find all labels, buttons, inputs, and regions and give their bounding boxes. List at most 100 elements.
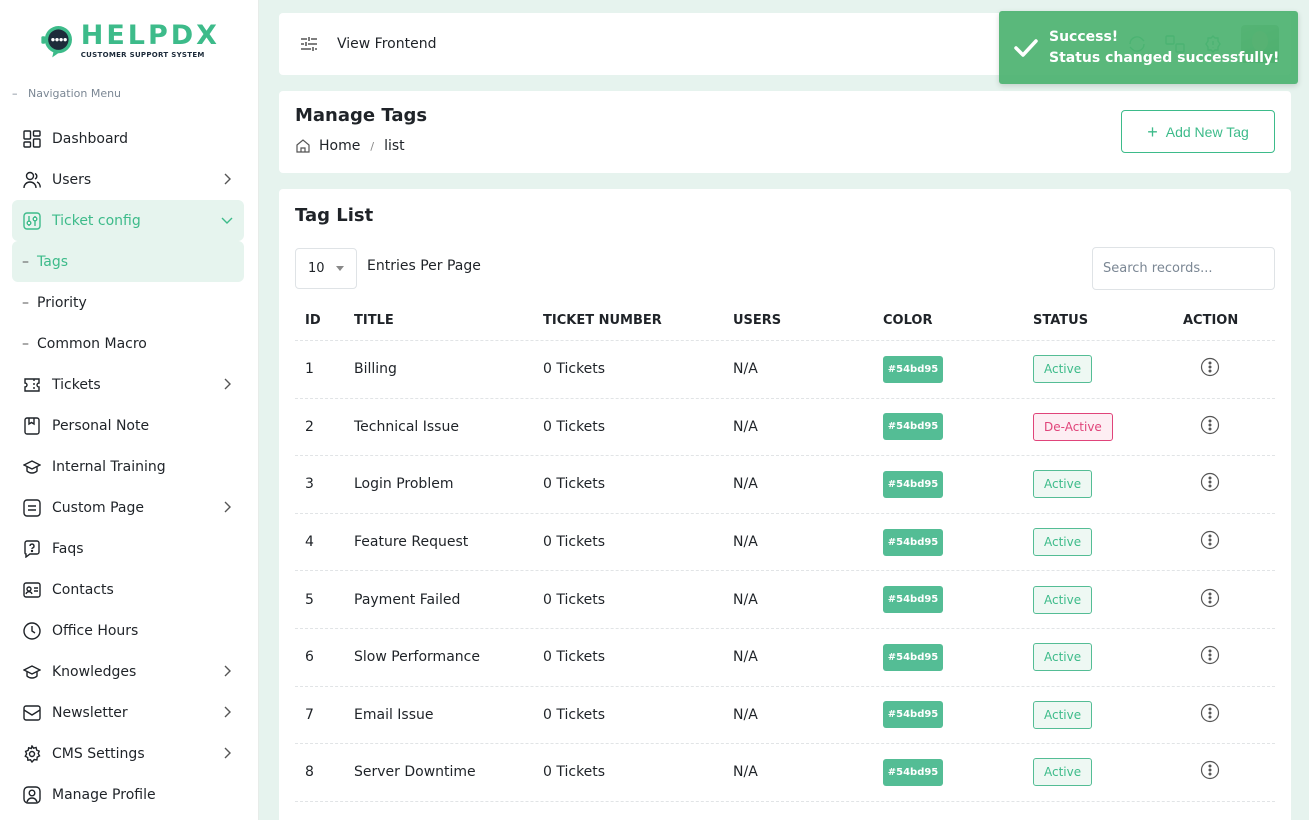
app-logo[interactable]: HELPDX CUSTOMER SUPPORT SYSTEM: [40, 16, 220, 66]
sidebar-item-contacts[interactable]: Contacts: [12, 569, 244, 610]
column-header-id: ID: [305, 313, 321, 328]
logo-title: HELPDX: [80, 20, 220, 51]
sidebar-subitem-tags[interactable]: – Tags: [12, 241, 244, 282]
cell-users: N/A: [733, 534, 758, 551]
note-icon: [22, 416, 42, 436]
sidebar-item-label: Tickets: [52, 376, 101, 393]
status-badge[interactable]: Active: [1033, 700, 1093, 729]
color-badge: #54bd95: [883, 355, 943, 383]
color-badge: #54bd95: [883, 701, 943, 729]
breadcrumb-home[interactable]: Home: [319, 138, 360, 154]
per-page-label: Entries Per Page: [367, 258, 481, 274]
more-options-icon[interactable]: [1200, 530, 1220, 550]
users-icon: [22, 170, 42, 190]
table-row: 8 Server Downtime 0 Tickets N/A #54bd95 …: [295, 744, 1275, 802]
cell-title: Technical Issue: [354, 418, 459, 435]
sidebar-item-label: CMS Settings: [52, 745, 145, 762]
sidebar-item-label: Custom Page: [52, 499, 144, 516]
status-badge[interactable]: Active: [1033, 355, 1093, 384]
column-header-color: COLOR: [883, 313, 933, 328]
success-toast[interactable]: Success! Status changed successfully!: [999, 11, 1298, 84]
sidebar-subitem-common-macro[interactable]: – Common Macro: [12, 323, 244, 364]
sidebar-item-personal-note[interactable]: Personal Note: [12, 405, 244, 446]
color-badge: #54bd95: [883, 413, 943, 441]
sidebar-item-label: Office Hours: [52, 622, 139, 639]
cell-users: N/A: [733, 418, 758, 435]
status-badge[interactable]: De-Active: [1033, 412, 1113, 441]
cell-id: 5: [305, 591, 314, 608]
cell-id: 2: [305, 418, 314, 435]
chevron-right-icon: [224, 706, 231, 718]
cell-title: Login Problem: [354, 476, 454, 493]
newsletter-icon: [22, 703, 42, 723]
toast-message: Status changed successfully!: [1049, 50, 1280, 66]
settings-icon: [22, 744, 42, 764]
sidebar-item-label: Internal Training: [52, 458, 166, 475]
cell-title: Email Issue: [354, 706, 434, 723]
cell-id: 7: [305, 706, 314, 723]
cell-title: Feature Request: [354, 534, 469, 551]
more-options-icon[interactable]: [1200, 703, 1220, 723]
more-options-icon[interactable]: [1200, 472, 1220, 492]
sidebar-item-label: Newsletter: [52, 704, 128, 721]
tag-list-card: Tag List 10 Entries Per Page ID TITLE TI…: [279, 189, 1291, 820]
sidebar-item-manage-profile[interactable]: Manage Profile: [12, 774, 244, 815]
sidebar-item-ticket-config[interactable]: Ticket config: [12, 200, 244, 241]
sidebar-item-users[interactable]: Users: [12, 159, 244, 200]
breadcrumb-current: list: [384, 138, 405, 154]
cell-users: N/A: [733, 476, 758, 493]
sidebar-item-tickets[interactable]: Tickets: [12, 364, 244, 405]
sidebar-item-faqs[interactable]: Faqs: [12, 528, 244, 569]
status-badge[interactable]: Active: [1033, 758, 1093, 787]
more-options-icon[interactable]: [1200, 588, 1220, 608]
sub-bullet: –: [22, 294, 29, 311]
chevron-right-icon: [224, 173, 231, 185]
table-header: ID TITLE TICKET NUMBER USERS COLOR STATU…: [295, 301, 1275, 341]
more-options-icon[interactable]: [1200, 760, 1220, 780]
cell-title: Payment Failed: [354, 591, 461, 608]
color-badge: #54bd95: [883, 643, 943, 671]
table-row: 4 Feature Request 0 Tickets N/A #54bd95 …: [295, 514, 1275, 572]
home-icon[interactable]: [295, 138, 311, 154]
entries-per-page-select[interactable]: 10: [295, 248, 357, 289]
cell-id: 6: [305, 649, 314, 666]
nav-section-label: – Navigation Menu: [12, 87, 122, 100]
sidebar-item-newsletter[interactable]: Newsletter: [12, 692, 244, 733]
sidebar-item-custom-page[interactable]: Custom Page: [12, 487, 244, 528]
sidebar-item-dashboard[interactable]: Dashboard: [12, 118, 244, 159]
per-page-value: 10: [308, 261, 325, 276]
cell-tickets: 0 Tickets: [543, 476, 606, 493]
sidebar-item-cms-settings[interactable]: CMS Settings: [12, 733, 244, 774]
cell-id: 4: [305, 534, 314, 551]
sidebar-item-label: Users: [52, 171, 92, 188]
status-badge[interactable]: Active: [1033, 528, 1093, 557]
add-new-tag-button[interactable]: + Add New Tag: [1121, 110, 1275, 153]
sidebar-item-label: Tags: [37, 253, 68, 270]
status-badge[interactable]: Active: [1033, 643, 1093, 672]
cell-title: Slow Performance: [354, 649, 480, 666]
more-options-icon[interactable]: [1200, 645, 1220, 665]
status-badge[interactable]: Active: [1033, 585, 1093, 614]
checkmark-icon: [1014, 39, 1038, 57]
column-header-users: USERS: [733, 313, 782, 328]
knowledge-icon: [22, 662, 42, 682]
more-options-icon[interactable]: [1200, 415, 1220, 435]
table-row: 2 Technical Issue 0 Tickets N/A #54bd95 …: [295, 399, 1275, 457]
sidebar-item-label: Ticket config: [52, 212, 141, 229]
cell-tickets: 0 Tickets: [543, 418, 606, 435]
sidebar-item-knowledges[interactable]: Knowledges: [12, 651, 244, 692]
view-frontend-link[interactable]: View Frontend: [337, 36, 436, 52]
color-badge: #54bd95: [883, 470, 943, 498]
search-input[interactable]: [1092, 247, 1275, 290]
sidebar-item-office-hours[interactable]: Office Hours: [12, 610, 244, 651]
sidebar-item-label: Dashboard: [52, 130, 128, 147]
sidebar-subitem-priority[interactable]: – Priority: [12, 282, 244, 323]
caret-down-icon: [336, 266, 344, 271]
cell-users: N/A: [733, 649, 758, 666]
cell-title: Server Downtime: [354, 764, 476, 781]
cell-tickets: 0 Tickets: [543, 591, 606, 608]
status-badge[interactable]: Active: [1033, 470, 1093, 499]
more-options-icon[interactable]: [1200, 357, 1220, 377]
sidebar-item-internal-training[interactable]: Internal Training: [12, 446, 244, 487]
sliders-icon[interactable]: [299, 34, 319, 54]
